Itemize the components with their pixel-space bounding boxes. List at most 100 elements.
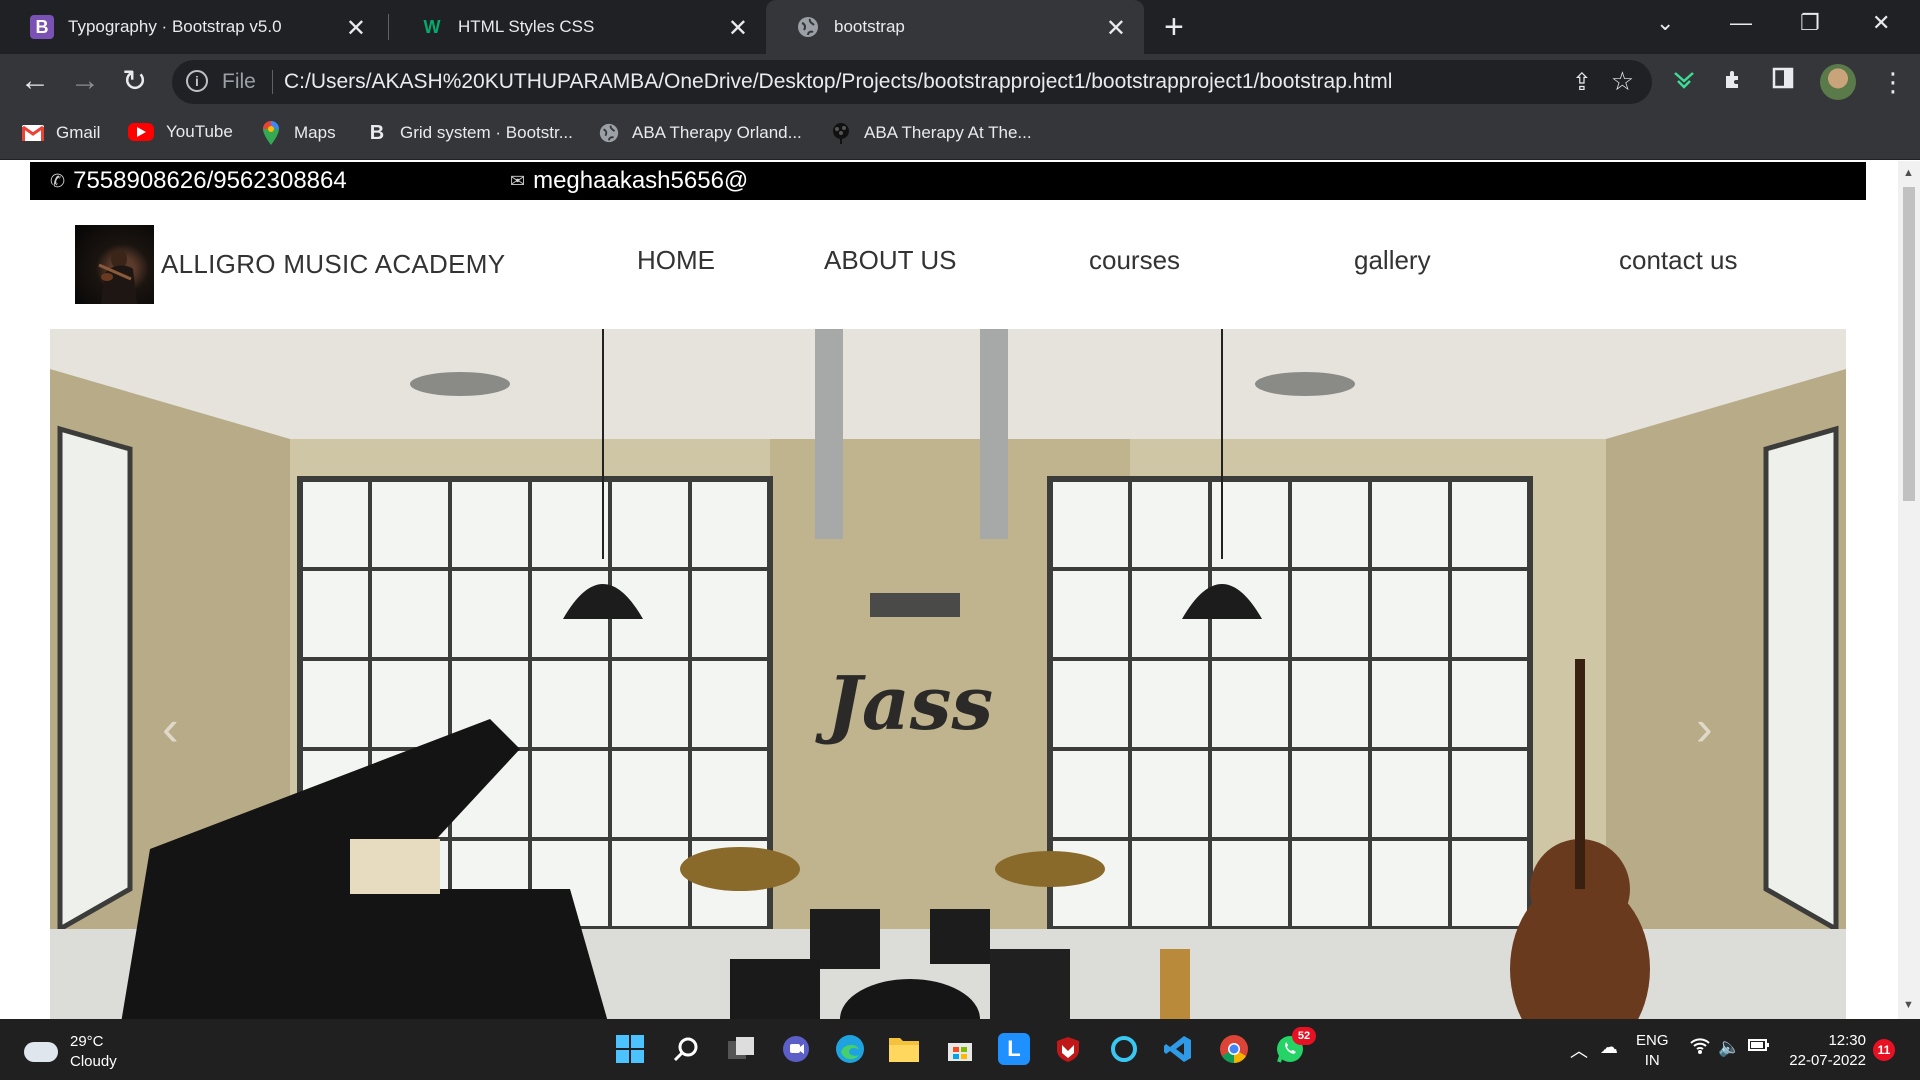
wifi-icon[interactable] [1690,1037,1710,1060]
bookmark-aba-therapy[interactable]: ABA Therapy At The... [830,122,1032,144]
minimize-icon[interactable]: — [1730,10,1752,36]
carousel-prev-icon[interactable]: ‹ [162,699,179,757]
restore-icon[interactable]: ❐ [1800,10,1820,36]
teams-chat-icon[interactable] [780,1033,812,1065]
search-icon[interactable] [670,1033,702,1065]
globe-icon [796,15,820,39]
show-hidden-icons-icon[interactable]: ︿ [1570,1037,1588,1063]
bookmark-gmail[interactable]: Gmail [22,122,100,144]
tab-html-styles[interactable]: W HTML Styles CSS ✕ [390,0,766,54]
chrome-icon[interactable] [1218,1033,1250,1065]
bookmark-youtube[interactable]: YouTube [128,122,233,142]
close-tab-icon[interactable]: ✕ [728,14,748,43]
language-indicator[interactable]: ENG IN [1636,1031,1669,1071]
url-text[interactable]: C:/Users/AKASH%20KUTHUPARAMBA/OneDrive/D… [284,70,1392,94]
weather-temp: 29°C [70,1033,104,1050]
scroll-up-icon[interactable]: ▲ [1903,167,1914,179]
tab-title: HTML Styles CSS [458,17,595,36]
brand-name[interactable]: ALLIGRO MUSIC ACADEMY [161,249,505,280]
close-tab-icon[interactable]: ✕ [346,14,366,43]
edge-icon[interactable] [834,1033,866,1065]
bookmark-star-icon[interactable]: ☆ [1611,66,1634,97]
task-view-icon[interactable] [726,1033,758,1065]
gmail-icon [22,122,44,144]
system-clock[interactable]: 12:30 22-07-2022 [1786,1031,1866,1071]
extensions-puzzle-icon[interactable] [1722,67,1746,98]
bookmark-label: ABA Therapy At The... [864,123,1032,142]
phone-info: ✆ 7558908626/9562308864 [50,167,347,195]
tab-title: bootstrap [834,17,905,36]
tab-search-icon[interactable]: ⌄ [1656,10,1674,36]
bookmark-grid-system[interactable]: B Grid system · Bootstr... [366,122,573,144]
start-icon[interactable] [614,1033,646,1065]
tab-bootstrap[interactable]: bootstrap ✕ [766,0,1144,54]
weather-condition: Cloudy [70,1053,117,1070]
cloud-icon [24,1042,58,1062]
cortana-icon[interactable] [1108,1033,1140,1065]
scroll-thumb[interactable] [1903,187,1915,501]
bookmark-label: Gmail [56,123,101,142]
web-page: ✆ 7558908626/9562308864 ✉ meghaakash5656… [0,161,1920,1019]
nav-contact-us[interactable]: contact us [1619,245,1738,276]
nav-about-us[interactable]: ABOUT US [824,245,956,276]
close-tab-icon[interactable]: ✕ [1106,14,1126,43]
tab-strip: B Typography · Bootstrap v5.0 ✕ W HTML S… [0,0,1920,54]
bookmark-label: ABA Therapy Orland... [632,123,802,142]
globe-icon [598,122,620,144]
hero-carousel: Jass ‹ › [50,329,1846,1019]
email-address: meghaakash5656@ [533,167,749,194]
nav-courses[interactable]: courses [1089,245,1180,276]
microsoft-store-icon[interactable] [944,1033,976,1065]
weather-widget[interactable]: 29°C Cloudy [24,1032,117,1072]
bookmarks-bar: Gmail YouTube Maps B Grid system · Boots… [0,110,1920,160]
close-window-icon[interactable]: ✕ [1872,10,1890,36]
bookmark-maps[interactable]: Maps [260,121,336,145]
whatsapp-icon[interactable]: 52 [1274,1027,1316,1065]
vscode-icon[interactable] [1162,1033,1194,1065]
share-icon[interactable]: ⇪ [1572,68,1592,97]
clock-time: 12:30 [1828,1032,1866,1049]
phone-icon: ✆ [50,170,66,191]
bookmark-aba-orlando[interactable]: ABA Therapy Orland... [598,122,802,144]
nav-home[interactable]: HOME [637,245,715,276]
email-info: ✉ meghaakash5656@ [510,167,748,195]
onedrive-icon[interactable]: ☁ [1600,1037,1618,1058]
bookmark-label: YouTube [166,122,233,141]
volume-icon[interactable]: 🔈 [1718,1037,1740,1058]
file-explorer-icon[interactable] [888,1033,920,1065]
phone-number: 7558908626/9562308864 [73,167,347,194]
reload-icon[interactable]: ↻ [122,64,147,99]
site-info-icon[interactable]: i [186,70,208,92]
youtube-icon [128,123,154,141]
profile-avatar[interactable] [1820,64,1856,100]
windows-taskbar: 29°C Cloudy L 52 ︿ ☁ ENG IN 🔈 12:30 22-0… [0,1019,1920,1080]
region-code: IN [1644,1052,1660,1069]
battery-icon[interactable] [1748,1037,1770,1058]
carousel-next-icon[interactable]: › [1696,699,1713,757]
nav-gallery[interactable]: gallery [1354,245,1431,276]
music-room-image: Jass [50,329,1846,1019]
tab-title: Typography · Bootstrap v5.0 [68,17,282,36]
address-bar[interactable]: i File C:/Users/AKASH%20KUTHUPARAMBA/One… [172,60,1652,104]
scroll-down-icon[interactable]: ▼ [1903,999,1914,1011]
bookmark-label: Maps [294,123,336,142]
bookmark-label: Grid system · Bootstr... [400,123,573,142]
side-panel-icon[interactable] [1772,67,1794,96]
tab-typography[interactable]: B Typography · Bootstrap v5.0 ✕ [0,0,384,54]
tab-separator [388,14,389,40]
scheme-label: File [222,70,256,93]
mcafee-icon[interactable] [1052,1033,1084,1065]
academy-logo[interactable] [75,225,154,304]
menu-kebab-icon[interactable]: ⋮ [1880,67,1906,98]
w3schools-icon: W [423,16,441,37]
bootstrap-icon: B [30,15,54,39]
forward-icon[interactable]: → [70,64,100,98]
extension-icon[interactable] [1672,67,1696,98]
lens-app-icon[interactable]: L [998,1033,1030,1065]
bootstrap-icon: B [366,122,388,144]
page-scrollbar[interactable]: ▲ ▼ [1898,161,1920,1019]
new-tab-icon[interactable]: + [1164,8,1184,47]
contact-topbar: ✆ 7558908626/9562308864 ✉ meghaakash5656… [30,162,1866,200]
back-icon[interactable]: ← [20,64,50,98]
notification-count-badge[interactable]: 11 [1873,1039,1895,1061]
